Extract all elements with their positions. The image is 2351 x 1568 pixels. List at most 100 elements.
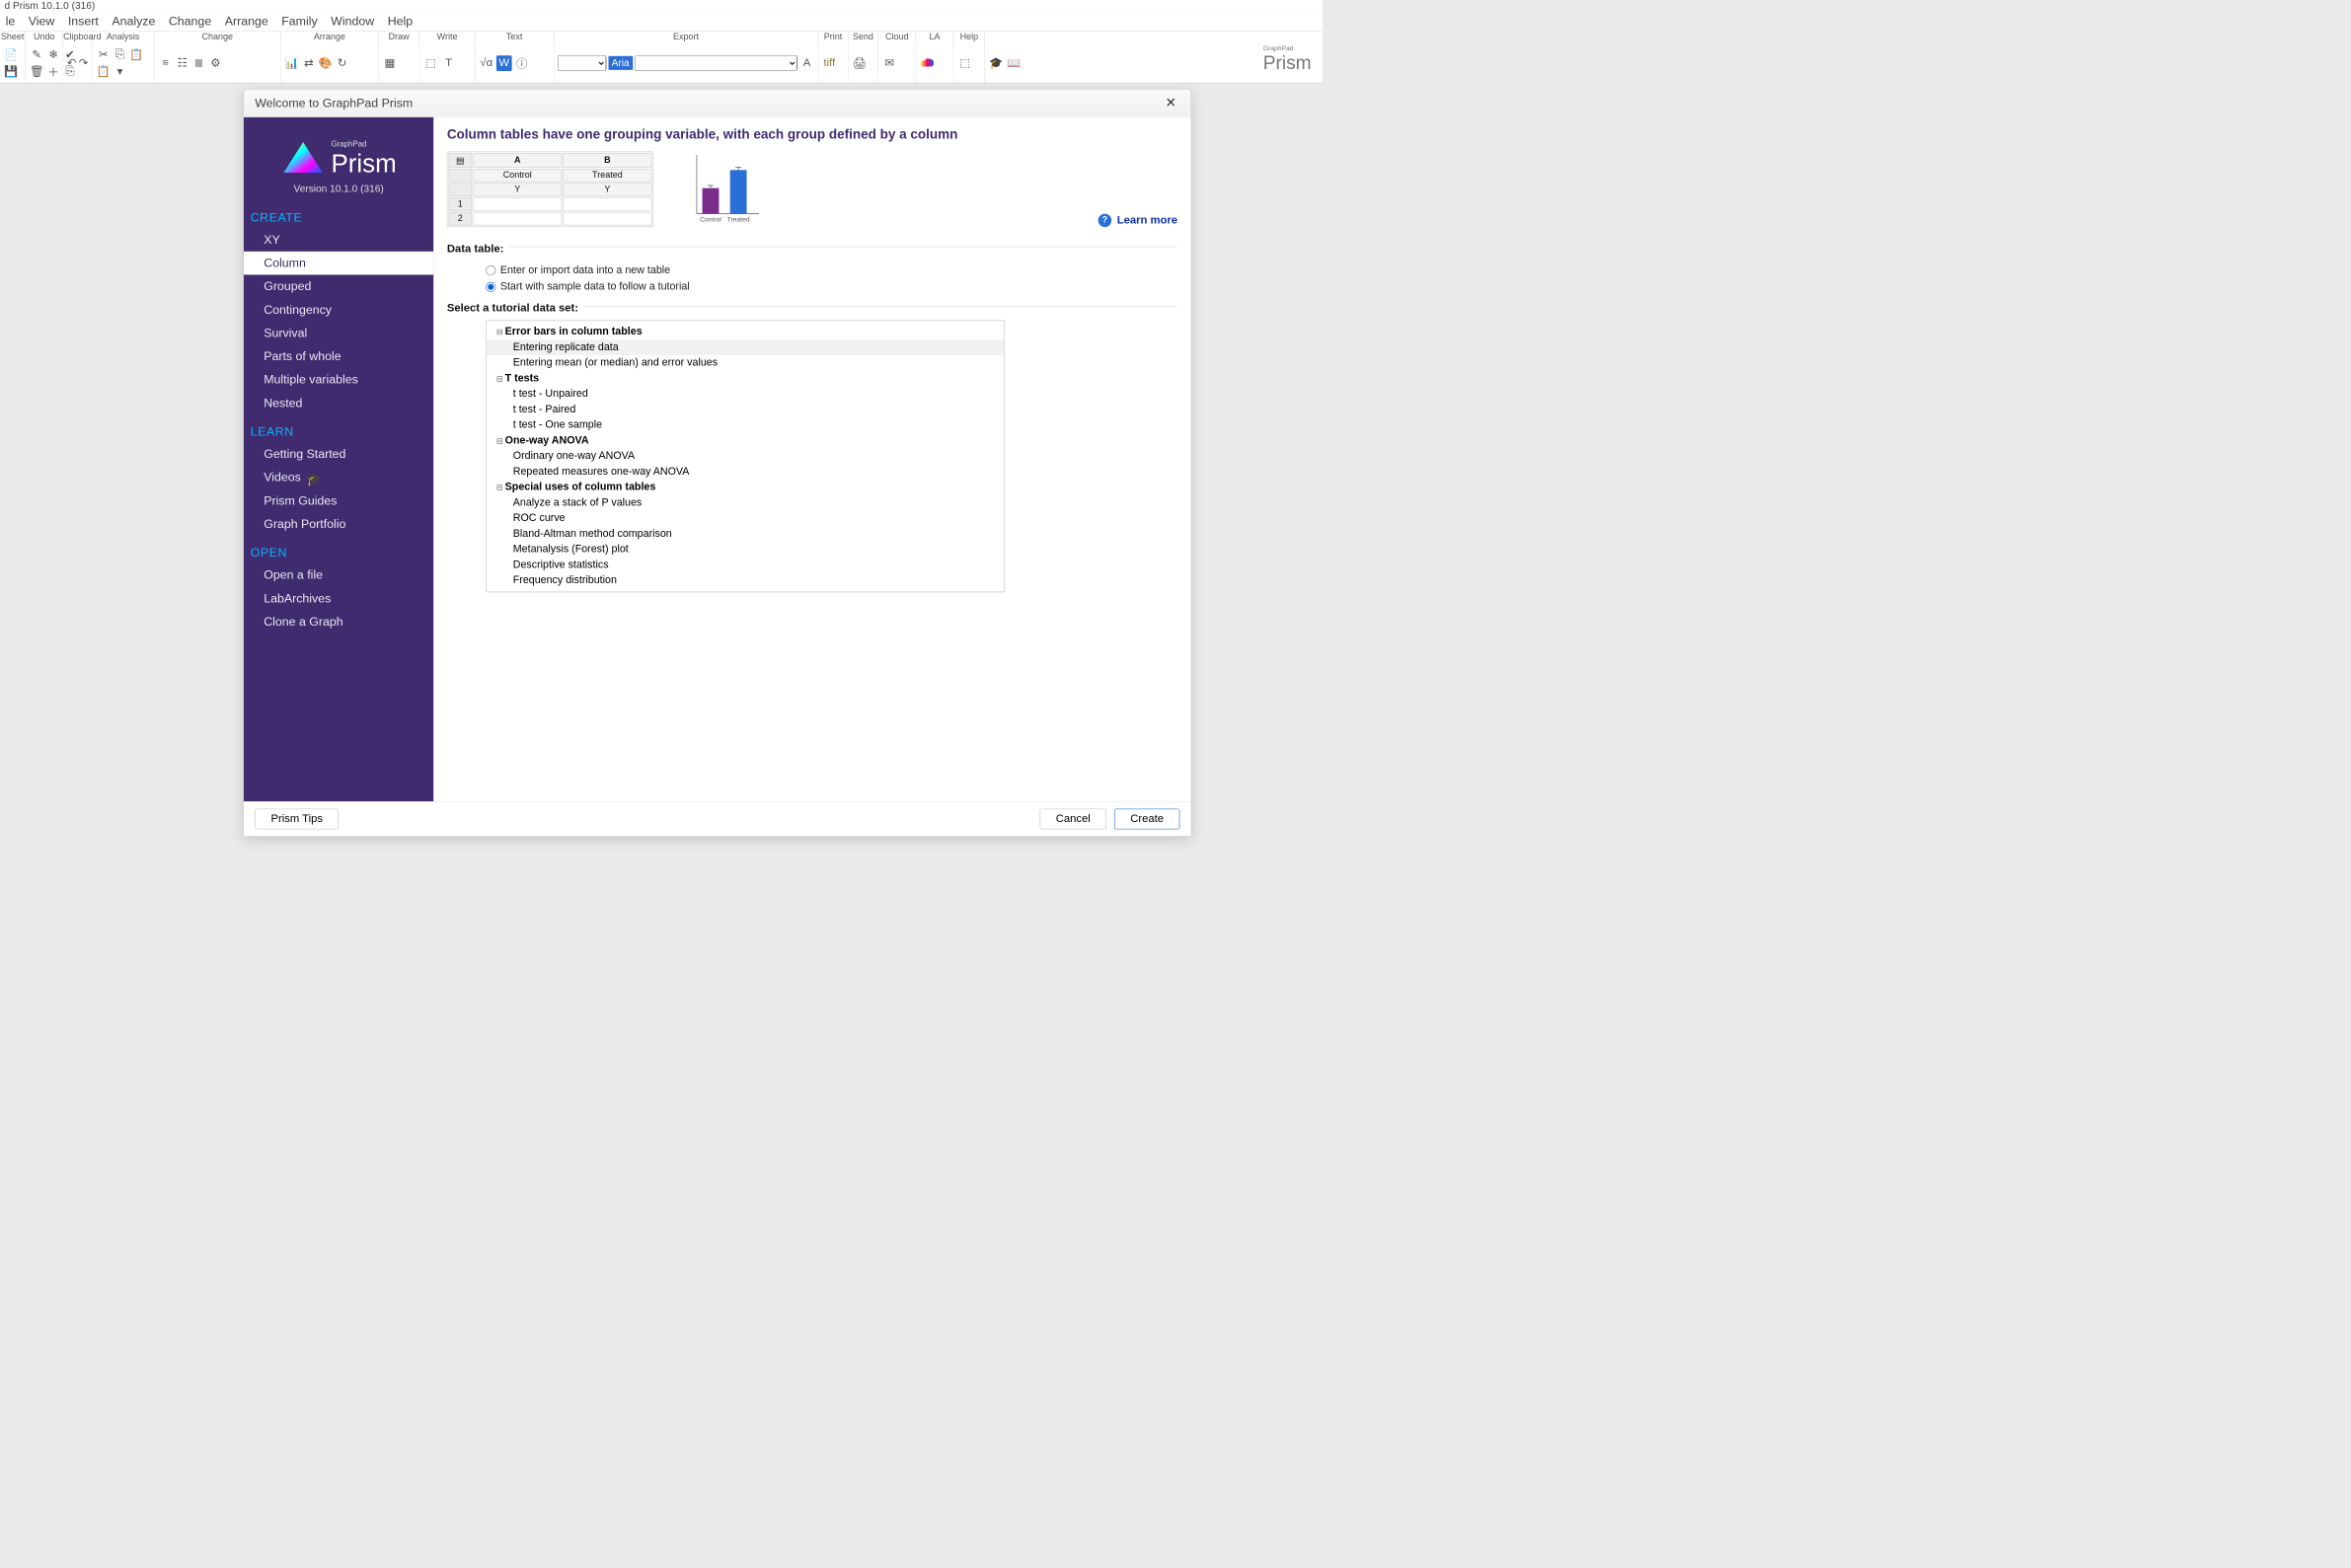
plus-icon[interactable]: ＋ <box>45 63 61 79</box>
word-icon[interactable]: W <box>496 55 512 71</box>
tree-group[interactable]: One-way ANOVA <box>487 433 1004 449</box>
prism-tips-button[interactable]: Prism Tips <box>255 809 339 830</box>
analysis2-icon[interactable]: ☷ <box>175 55 190 71</box>
tree-item[interactable]: Analyze a stack of P values <box>487 495 1004 511</box>
alpha-icon[interactable]: √α <box>479 55 494 71</box>
analysis3-icon[interactable]: ≣ <box>191 55 207 71</box>
sidebar-item-prism-guides[interactable]: Prism Guides <box>244 489 433 513</box>
tree-item[interactable]: Entering mean (or median) and error valu… <box>487 355 1004 371</box>
sidebar-item-parts-of-whole[interactable]: Parts of whole <box>244 344 433 368</box>
wand-icon[interactable]: ✎ <box>29 47 44 63</box>
sidebar-item-nested[interactable]: Nested <box>244 392 433 415</box>
logo-version: Version 10.1.0 (316) <box>250 184 428 195</box>
tree-item[interactable]: Ordinary one-way ANOVA <box>487 449 1004 465</box>
tree-item[interactable]: Entering replicate data <box>487 339 1004 355</box>
text-tool-icon[interactable]: T <box>441 55 457 71</box>
cut-icon[interactable]: ✂ <box>96 47 112 63</box>
group-label-export: Export <box>554 32 818 43</box>
tutorial-tree[interactable]: Error bars in column tablesEntering repl… <box>486 321 1004 593</box>
chart-icon[interactable]: 📊 <box>284 55 300 71</box>
gear-icon[interactable]: ⚙ <box>207 55 223 71</box>
tree-item[interactable]: t test - Unpaired <box>487 387 1004 403</box>
main-heading: Column tables have one grouping variable… <box>447 127 981 150</box>
group-label-clipboard: Clipboard <box>63 32 92 43</box>
radio-sample-data[interactable]: Start with sample data to follow a tutor… <box>486 281 1177 293</box>
group-label-text: Text <box>476 32 555 43</box>
tree-item[interactable]: Bland-Altman method comparison <box>487 526 1004 542</box>
close-icon[interactable]: ✕ <box>1162 94 1179 112</box>
new-sheet-icon[interactable]: 📄 <box>3 47 19 63</box>
menu-help[interactable]: Help <box>388 14 413 29</box>
menu-family[interactable]: Family <box>281 14 317 29</box>
toolbar: 📄💾 ✎❄✔ 🗑＋⎘ ↶↷ ✂⎘📋 📋▾ ≡☷≣⚙ 📊⇄🎨↻ ▦ ⬚T √αWⓘ… <box>0 43 1323 84</box>
sidebar-item-labarchives[interactable]: LabArchives <box>244 587 433 611</box>
menu-arrange[interactable]: Arrange <box>225 14 268 29</box>
data-table-label: Data table: <box>447 243 504 256</box>
menu-view[interactable]: View <box>29 14 55 29</box>
cancel-button[interactable]: Cancel <box>1039 809 1106 830</box>
paste-special-icon[interactable]: ▾ <box>113 63 128 79</box>
group-label-help: Help <box>953 32 985 43</box>
undo-icon[interactable]: ↶ <box>67 55 77 71</box>
palette-icon[interactable]: 🎨 <box>318 55 334 71</box>
menu-le[interactable]: le <box>6 14 16 29</box>
sidebar-item-graph-portfolio[interactable]: Graph Portfolio <box>244 512 433 536</box>
la-icon[interactable]: ⬚ <box>957 55 973 71</box>
tree-group[interactable]: Error bars in column tables <box>487 325 1004 340</box>
sidebar-item-xy[interactable]: XY <box>244 228 433 252</box>
grad-help-icon[interactable]: 🎓 <box>988 55 1004 71</box>
tree-item[interactable]: ROC curve <box>487 511 1004 527</box>
sidebar-item-getting-started[interactable]: Getting Started <box>244 442 433 466</box>
send-icon[interactable]: ✉ <box>881 55 897 71</box>
font-size-select[interactable] <box>635 55 796 71</box>
trash-icon[interactable]: 🗑 <box>29 63 44 79</box>
learn-more-link[interactable]: ? Learn more <box>1099 214 1177 228</box>
font-family-select[interactable] <box>558 55 606 71</box>
sidebar-item-survival[interactable]: Survival <box>244 322 433 345</box>
print-icon[interactable]: 🖨 <box>852 55 868 71</box>
sidebar-item-clone-a-graph[interactable]: Clone a Graph <box>244 610 433 634</box>
sidebar-item-grouped[interactable]: Grouped <box>244 274 433 298</box>
prism-logo-icon <box>281 139 326 178</box>
group-label-draw: Draw <box>379 32 420 43</box>
sidebar-item-multiple-variables[interactable]: Multiple variables <box>244 368 433 392</box>
export-tiff-icon[interactable]: tiff <box>822 55 838 71</box>
save-icon[interactable]: 💾 <box>3 63 19 79</box>
tree-item[interactable]: t test - Paired <box>487 402 1004 417</box>
paste-icon[interactable]: 📋 <box>129 47 145 63</box>
sidebar-item-open-a-file[interactable]: Open a file <box>244 563 433 587</box>
menu-window[interactable]: Window <box>331 14 374 29</box>
tree-item[interactable]: Descriptive statistics <box>487 558 1004 573</box>
preview-bar-chart: ControlTreated <box>687 149 765 227</box>
tree-item[interactable]: Frequency distribution <box>487 573 1004 589</box>
tree-item[interactable]: Metanalysis (Forest) plot <box>487 542 1004 558</box>
tree-group[interactable]: T tests <box>487 371 1004 387</box>
font-highlight[interactable]: Aria <box>608 56 633 70</box>
help-book-icon[interactable]: 📖 <box>1006 55 1022 71</box>
menu-analyze[interactable]: Analyze <box>112 14 155 29</box>
info-icon[interactable]: ⓘ <box>514 55 530 71</box>
font-color-icon[interactable]: A <box>799 55 814 71</box>
redo-icon[interactable]: ↷ <box>79 55 89 71</box>
tree-group[interactable]: Special uses of column tables <box>487 480 1004 495</box>
radio-enter-data[interactable]: Enter or import data into a new table <box>486 264 1177 276</box>
cloud-icon[interactable] <box>920 55 936 71</box>
menu-change[interactable]: Change <box>169 14 211 29</box>
create-button[interactable]: Create <box>1114 809 1179 830</box>
sidebar-item-column[interactable]: Column <box>244 252 433 275</box>
arrange-icon[interactable]: ▦ <box>382 55 398 71</box>
tree-item[interactable]: t test - One sample <box>487 417 1004 433</box>
refresh-icon[interactable]: ↻ <box>335 55 350 71</box>
tree-item[interactable]: Repeated measures one-way ANOVA <box>487 464 1004 480</box>
draw-icon[interactable]: ⬚ <box>423 55 439 71</box>
clipboard-icon[interactable]: 📋 <box>96 63 112 79</box>
toolbar-group-labels: SheetUndoClipboardAnalysisChangeArrangeD… <box>0 32 1323 43</box>
sidebar-item-contingency[interactable]: Contingency <box>244 298 433 322</box>
group-label-analysis: Analysis <box>92 32 154 43</box>
snow-icon[interactable]: ❄ <box>45 47 61 63</box>
copy-icon[interactable]: ⎘ <box>113 47 128 63</box>
menu-insert[interactable]: Insert <box>68 14 99 29</box>
analysis-icon[interactable]: ≡ <box>158 55 174 71</box>
swap-icon[interactable]: ⇄ <box>301 55 317 71</box>
sidebar-item-videos[interactable]: Videos🎓 <box>244 466 433 489</box>
